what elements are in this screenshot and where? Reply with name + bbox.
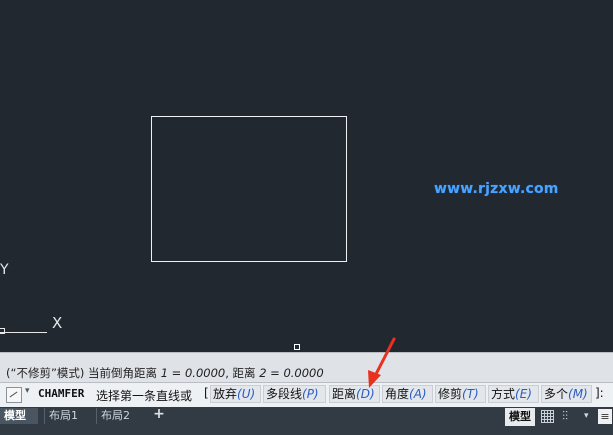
arrow-head [368,370,381,388]
arrow-shaft [372,337,396,380]
red-arrow-annotation [368,337,396,388]
